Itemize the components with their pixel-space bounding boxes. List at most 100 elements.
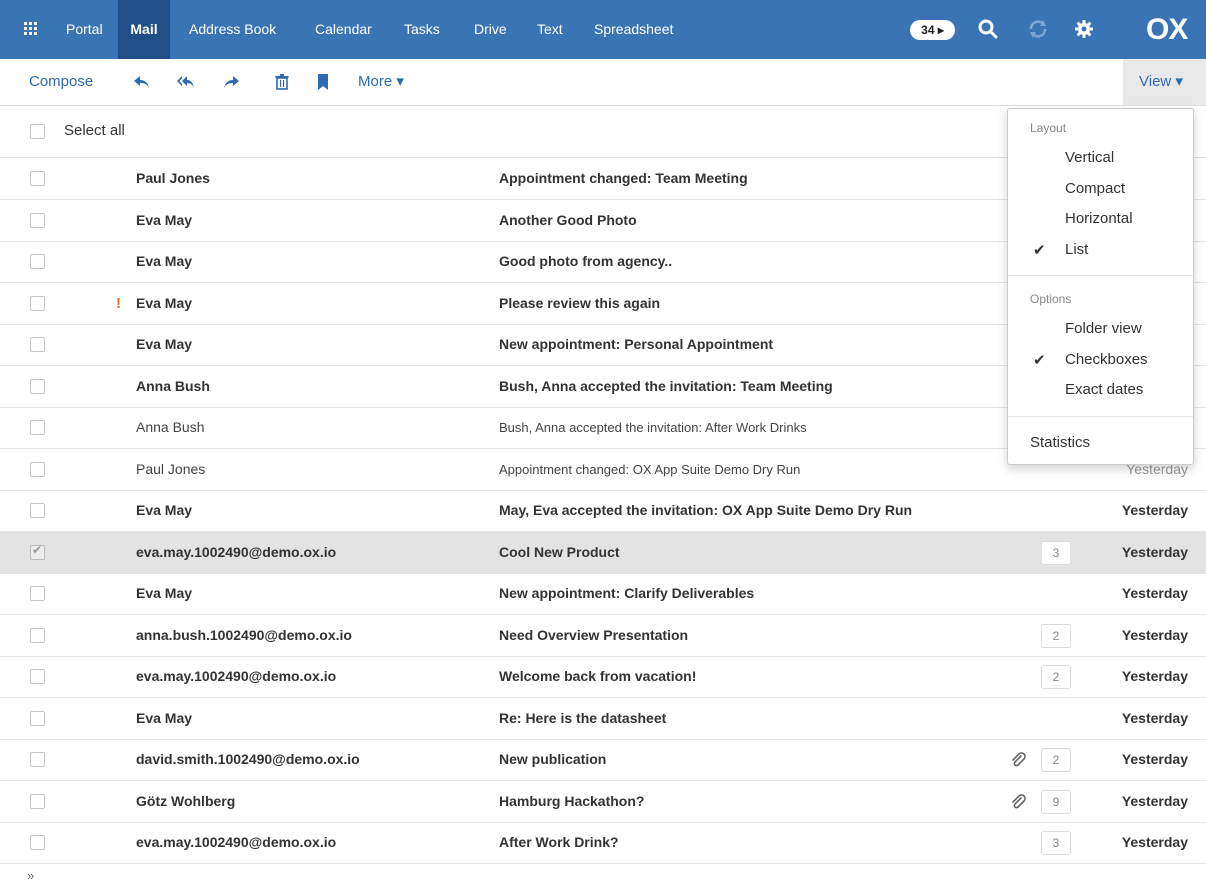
forward-icon[interactable] bbox=[221, 72, 241, 92]
thread-count-badge[interactable]: 2 bbox=[1041, 623, 1071, 648]
mail-row[interactable]: anna.bush.1002490@demo.ox.io Need Overvie… bbox=[0, 615, 1206, 657]
compose-button[interactable]: Compose bbox=[29, 59, 93, 105]
mail-row-checkbox[interactable] bbox=[30, 295, 45, 311]
mail-row-checkbox[interactable] bbox=[30, 710, 45, 726]
mail-sender: Anna Bush bbox=[136, 419, 205, 435]
mail-subject: Another Good Photo bbox=[499, 211, 637, 228]
settings-gear-icon[interactable] bbox=[1072, 17, 1096, 41]
nav-tasks[interactable]: Tasks bbox=[404, 0, 440, 59]
mail-sender: Eva May bbox=[136, 502, 193, 518]
high-priority-icon: ! bbox=[116, 294, 121, 312]
nav-spreadsheet[interactable]: Spreadsheet bbox=[594, 0, 673, 59]
mail-subject: Appointment changed: Team Meeting bbox=[499, 170, 748, 186]
mail-row-checkbox[interactable] bbox=[30, 752, 45, 767]
mail-subject: New publication bbox=[499, 751, 607, 767]
mail-row-checkbox[interactable] bbox=[30, 420, 45, 435]
mail-subject: Need Overview Presentation bbox=[499, 626, 689, 643]
mail-subject: Please review this again bbox=[499, 294, 661, 311]
mail-row-checkbox[interactable] bbox=[30, 669, 45, 684]
checkmark-icon: ✔ bbox=[1033, 351, 1046, 369]
mail-subject: Re: Here is the datasheet bbox=[499, 709, 667, 726]
mail-date: Yesterday bbox=[1121, 585, 1188, 601]
mail-row-checkbox[interactable] bbox=[30, 378, 45, 394]
refresh-icon[interactable] bbox=[1026, 17, 1050, 41]
mail-row[interactable]: Götz Wohlberg Hamburg Hackathon? 9 Yesterda… bbox=[0, 781, 1206, 823]
mail-row[interactable]: Eva May New appointment: Clarify Delivera… bbox=[0, 573, 1206, 615]
more-menu-button[interactable]: More ▾ bbox=[358, 59, 404, 105]
nav-calendar[interactable]: Calendar bbox=[315, 0, 372, 59]
mail-sender: Paul Jones bbox=[136, 170, 210, 186]
view-option-exact-dates[interactable]: Exact dates bbox=[1065, 381, 1143, 398]
search-icon[interactable] bbox=[976, 17, 1000, 41]
mail-sender: Eva May bbox=[136, 294, 193, 311]
checkmark-icon: ✔ bbox=[1033, 241, 1046, 259]
nav-text[interactable]: Text bbox=[537, 0, 563, 59]
mail-row[interactable]: eva.may.1002490@demo.ox.io Welcome back f… bbox=[0, 656, 1206, 698]
select-all-label: Select all bbox=[64, 122, 125, 139]
layout-option-vertical[interactable]: Vertical bbox=[1065, 149, 1114, 166]
mail-row-checkbox[interactable] bbox=[30, 835, 45, 850]
layout-section-header: Layout bbox=[1030, 121, 1067, 135]
flag-icon[interactable] bbox=[313, 72, 333, 92]
statistics-menu-item[interactable]: Statistics bbox=[1030, 434, 1090, 451]
mail-subject: New appointment: Personal Appointment bbox=[499, 336, 774, 352]
mail-sender: eva.may.1002490@demo.ox.io bbox=[136, 668, 337, 684]
thread-count-badge[interactable]: 3 bbox=[1041, 540, 1071, 565]
nav-drive[interactable]: Drive bbox=[474, 0, 507, 59]
mail-subject: Bush, Anna accepted the invitation: Afte… bbox=[499, 420, 807, 435]
mail-row-checkbox[interactable] bbox=[30, 627, 45, 643]
mail-row-checkbox[interactable] bbox=[30, 171, 45, 186]
nav-address-book[interactable]: Address Book bbox=[189, 0, 276, 59]
nav-portal[interactable]: Portal bbox=[66, 0, 103, 59]
mail-date: Yesterday bbox=[1121, 626, 1188, 643]
layout-option-compact[interactable]: Compact bbox=[1065, 180, 1125, 197]
mail-row[interactable]: Eva May May, Eva accepted the invitation:… bbox=[0, 490, 1206, 532]
attachment-paperclip-icon bbox=[1012, 793, 1026, 808]
layout-option-horizontal[interactable]: Horizontal bbox=[1065, 210, 1133, 227]
mail-row[interactable]: eva.may.1002490@demo.ox.io After Work Dri… bbox=[0, 822, 1206, 864]
mail-sender: Götz Wohlberg bbox=[136, 792, 236, 809]
mail-row-checkbox[interactable] bbox=[30, 254, 45, 269]
mail-row[interactable]: ✔ eva.may.1002490@demo.ox.io Cool New Prod… bbox=[0, 531, 1206, 574]
mail-row[interactable]: david.smith.1002490@demo.ox.io New public… bbox=[0, 739, 1206, 781]
layout-option-list[interactable]: List bbox=[1065, 241, 1088, 258]
mail-subject: Welcome back from vacation! bbox=[499, 668, 697, 684]
thread-count-badge[interactable]: 9 bbox=[1041, 789, 1071, 814]
nav-mail[interactable]: Mail bbox=[118, 0, 170, 59]
mail-subject: Good photo from agency.. bbox=[499, 253, 673, 269]
mail-row-checkbox[interactable] bbox=[30, 461, 45, 477]
thread-count-badge[interactable]: 2 bbox=[1041, 748, 1071, 772]
mail-date: Yesterday bbox=[1121, 751, 1188, 767]
mail-sender: Eva May bbox=[136, 585, 193, 601]
mail-row-checkbox[interactable] bbox=[30, 793, 45, 809]
apps-grid-icon[interactable] bbox=[24, 22, 38, 36]
notification-badge[interactable]: 34 ▸ bbox=[910, 20, 955, 40]
mail-sender: eva.may.1002490@demo.ox.io bbox=[136, 543, 337, 560]
mail-subject: Bush, Anna accepted the invitation: Team… bbox=[499, 377, 833, 394]
reply-all-icon[interactable] bbox=[176, 72, 196, 92]
mail-sender: eva.may.1002490@demo.ox.io bbox=[136, 834, 337, 850]
thread-count-badge[interactable]: 2 bbox=[1041, 665, 1071, 689]
view-option-checkboxes[interactable]: Checkboxes bbox=[1065, 351, 1148, 368]
mail-row-checkbox[interactable] bbox=[30, 586, 45, 601]
menu-divider bbox=[1008, 275, 1193, 276]
view-option-folder-view[interactable]: Folder view bbox=[1065, 320, 1142, 337]
options-section-header: Options bbox=[1030, 292, 1072, 306]
mail-sender: Eva May bbox=[136, 709, 193, 726]
mail-sender: Eva May bbox=[136, 336, 193, 352]
select-all-checkbox[interactable] bbox=[30, 124, 45, 139]
mail-row-checkbox[interactable] bbox=[30, 337, 45, 352]
mail-date: Yesterday bbox=[1121, 792, 1188, 809]
thread-count-badge[interactable]: 3 bbox=[1041, 831, 1071, 855]
mail-toolbar: Compose More ▾ View ▾ bbox=[0, 59, 1206, 106]
mail-row[interactable]: Eva May Re: Here is the datasheet Yesterda… bbox=[0, 698, 1206, 740]
mail-row-checkbox[interactable]: ✔ bbox=[30, 543, 45, 560]
mail-row-checkbox[interactable] bbox=[30, 503, 45, 518]
load-more-link[interactable]: » bbox=[27, 868, 34, 883]
mail-row-checkbox[interactable] bbox=[30, 212, 45, 228]
delete-icon[interactable] bbox=[272, 72, 292, 92]
mail-date: Yesterday bbox=[1121, 668, 1188, 684]
mail-date: Yesterday bbox=[1121, 543, 1188, 560]
reply-icon[interactable] bbox=[132, 72, 152, 92]
view-menu-button[interactable]: View ▾ bbox=[1123, 59, 1206, 105]
